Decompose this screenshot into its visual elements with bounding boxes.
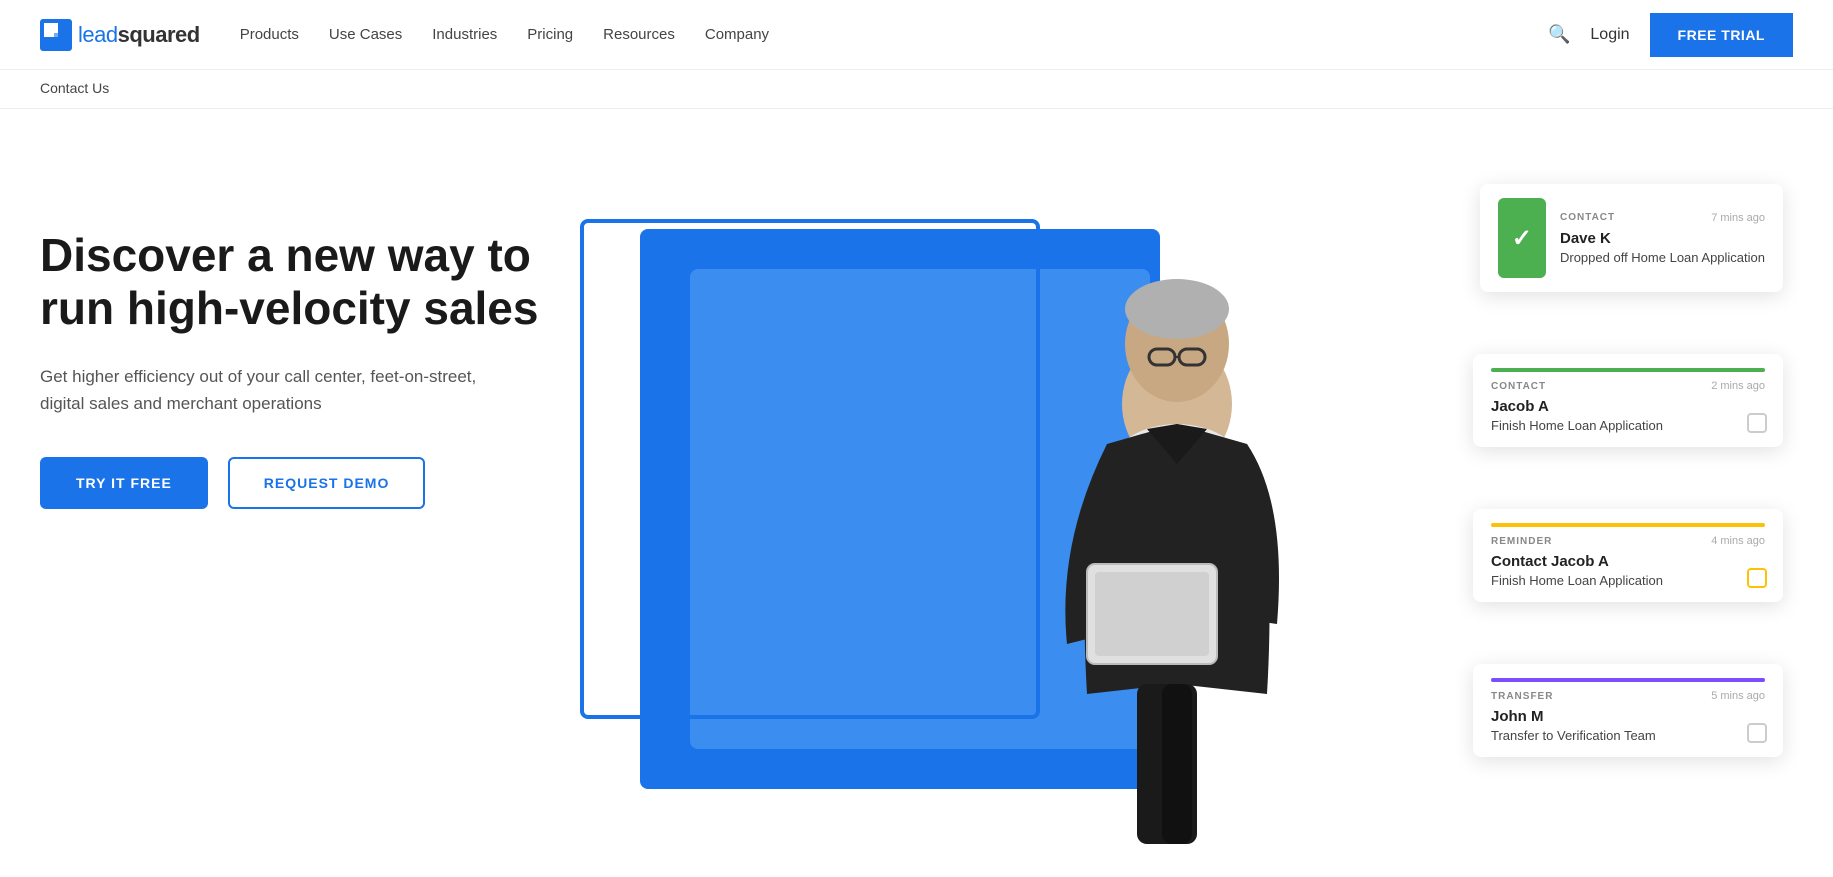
nav-item-company[interactable]: Company: [705, 22, 769, 47]
card-4-action: Transfer to Verification Team: [1491, 728, 1765, 743]
card-reminder: REMINDER 4 mins ago Contact Jacob A Fini…: [1473, 509, 1783, 602]
try-it-free-button[interactable]: TRY IT FREE: [40, 457, 208, 509]
card-1-time: 7 mins ago: [1711, 212, 1765, 224]
card-contact-2: CONTACT 2 mins ago Jacob A Finish Home L…: [1473, 354, 1783, 447]
card-3-name: Contact Jacob A: [1491, 553, 1765, 570]
hero-left: Discover a new way to run high-velocity …: [40, 169, 560, 509]
card-3-checkbox[interactable]: [1747, 568, 1767, 588]
card-1-name: Dave K: [1560, 230, 1765, 247]
nav-item-resources[interactable]: Resources: [603, 22, 675, 47]
card-content-1: CONTACT 7 mins ago Dave K Dropped off Ho…: [1498, 198, 1765, 278]
nav-item-products[interactable]: Products: [240, 22, 299, 47]
hero-right: CONTACT 7 mins ago Dave K Dropped off Ho…: [560, 169, 1793, 869]
logo[interactable]: leadsquared: [40, 19, 200, 51]
hero-heading: Discover a new way to run high-velocity …: [40, 229, 560, 335]
card-3-tag: REMINDER: [1491, 536, 1552, 547]
card-2-checkbox[interactable]: [1747, 413, 1767, 433]
hero-buttons: TRY IT FREE REQUEST DEMO: [40, 457, 560, 509]
card-2-time: 2 mins ago: [1711, 380, 1765, 392]
card-3-action: Finish Home Loan Application: [1491, 573, 1765, 588]
card-2-bar: [1491, 368, 1765, 372]
logo-text: leadsquared: [78, 22, 200, 48]
request-demo-button[interactable]: REQUEST DEMO: [228, 457, 426, 509]
nav-right: 🔍 Login FREE TRIAL: [1548, 13, 1793, 57]
card-2-header: CONTACT 2 mins ago: [1491, 380, 1765, 392]
card-4-bar: [1491, 678, 1765, 682]
contact-us-link[interactable]: Contact Us: [40, 80, 109, 96]
nav-item-pricing[interactable]: Pricing: [527, 22, 573, 47]
card-4-checkbox[interactable]: [1747, 723, 1767, 743]
nav-item-use-cases[interactable]: Use Cases: [329, 22, 402, 47]
green-check-icon: [1498, 198, 1546, 278]
card-4-name: John M: [1491, 708, 1765, 725]
logo-icon: [40, 19, 72, 51]
search-icon[interactable]: 🔍: [1548, 24, 1570, 45]
card-2-tag: CONTACT: [1491, 381, 1546, 392]
card-4-header: TRANSFER 5 mins ago: [1491, 690, 1765, 702]
card-3-time: 4 mins ago: [1711, 535, 1765, 547]
hero-subtext: Get higher efficiency out of your call c…: [40, 363, 500, 417]
card-1-text: CONTACT 7 mins ago Dave K Dropped off Ho…: [1560, 212, 1765, 265]
card-contact-1: CONTACT 7 mins ago Dave K Dropped off Ho…: [1480, 184, 1783, 292]
login-link[interactable]: Login: [1590, 26, 1629, 44]
card-4-tag: TRANSFER: [1491, 691, 1553, 702]
hero-section: Discover a new way to run high-velocity …: [0, 109, 1833, 869]
free-trial-button[interactable]: FREE TRIAL: [1650, 13, 1793, 57]
card-transfer: TRANSFER 5 mins ago John M Transfer to V…: [1473, 664, 1783, 757]
sub-nav: Contact Us: [0, 70, 1833, 109]
hero-person-image: [977, 244, 1377, 869]
card-2-name: Jacob A: [1491, 398, 1765, 415]
card-1-action: Dropped off Home Loan Application: [1560, 250, 1765, 265]
nav-item-industries[interactable]: Industries: [432, 22, 497, 47]
card-4-time: 5 mins ago: [1711, 690, 1765, 702]
card-1-tag: CONTACT: [1560, 212, 1615, 223]
card-3-header: REMINDER 4 mins ago: [1491, 535, 1765, 547]
card-3-bar: [1491, 523, 1765, 527]
card-1-header: CONTACT 7 mins ago: [1560, 212, 1765, 224]
nav-links: Products Use Cases Industries Pricing Re…: [240, 22, 1548, 47]
card-2-action: Finish Home Loan Application: [1491, 418, 1765, 433]
navbar: leadsquared Products Use Cases Industrie…: [0, 0, 1833, 70]
